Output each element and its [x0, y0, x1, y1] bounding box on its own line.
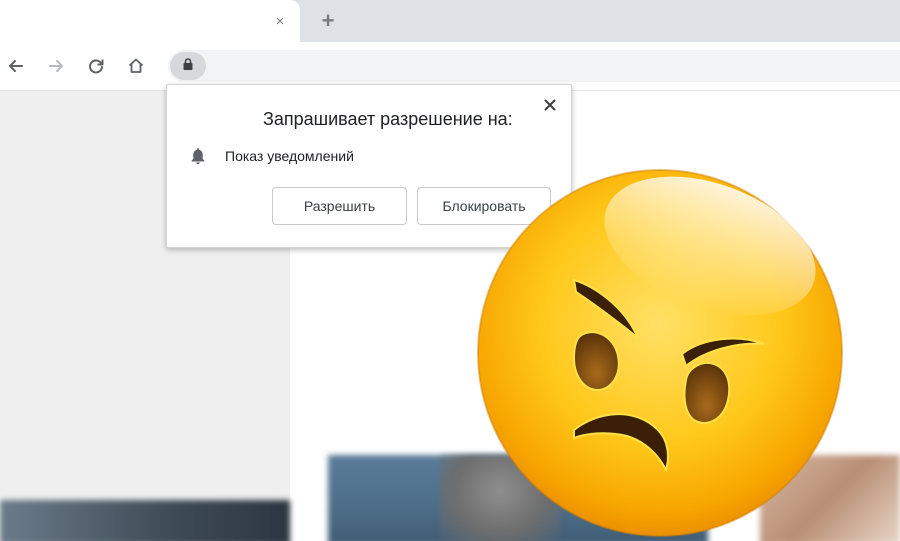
home-icon[interactable] — [124, 54, 148, 78]
allow-button[interactable]: Разрешить — [272, 187, 407, 225]
popup-title: Запрашивает разрешение на: — [263, 109, 513, 129]
new-tab-button[interactable]: + — [316, 9, 340, 33]
back-arrow-icon[interactable] — [4, 54, 28, 78]
active-tab[interactable]: × — [0, 0, 300, 42]
lock-icon — [181, 57, 195, 76]
tab-strip: × + — [0, 0, 900, 42]
blurred-image — [0, 500, 290, 541]
bell-icon — [189, 147, 207, 165]
permission-label: Показ уведомлений — [225, 148, 354, 164]
reload-icon[interactable] — [84, 54, 108, 78]
right-eye — [683, 362, 731, 424]
forward-arrow-icon[interactable] — [44, 54, 68, 78]
tab-close-icon[interactable]: × — [270, 12, 290, 32]
site-info-button[interactable] — [170, 52, 206, 80]
screenshot: × + Запрашивает разрешение на: Показ уве… — [0, 0, 900, 541]
address-bar[interactable] — [168, 50, 900, 82]
close-icon[interactable] — [539, 94, 561, 116]
permission-row: Показ уведомлений — [189, 145, 354, 167]
angry-face-emoji — [477, 169, 843, 537]
